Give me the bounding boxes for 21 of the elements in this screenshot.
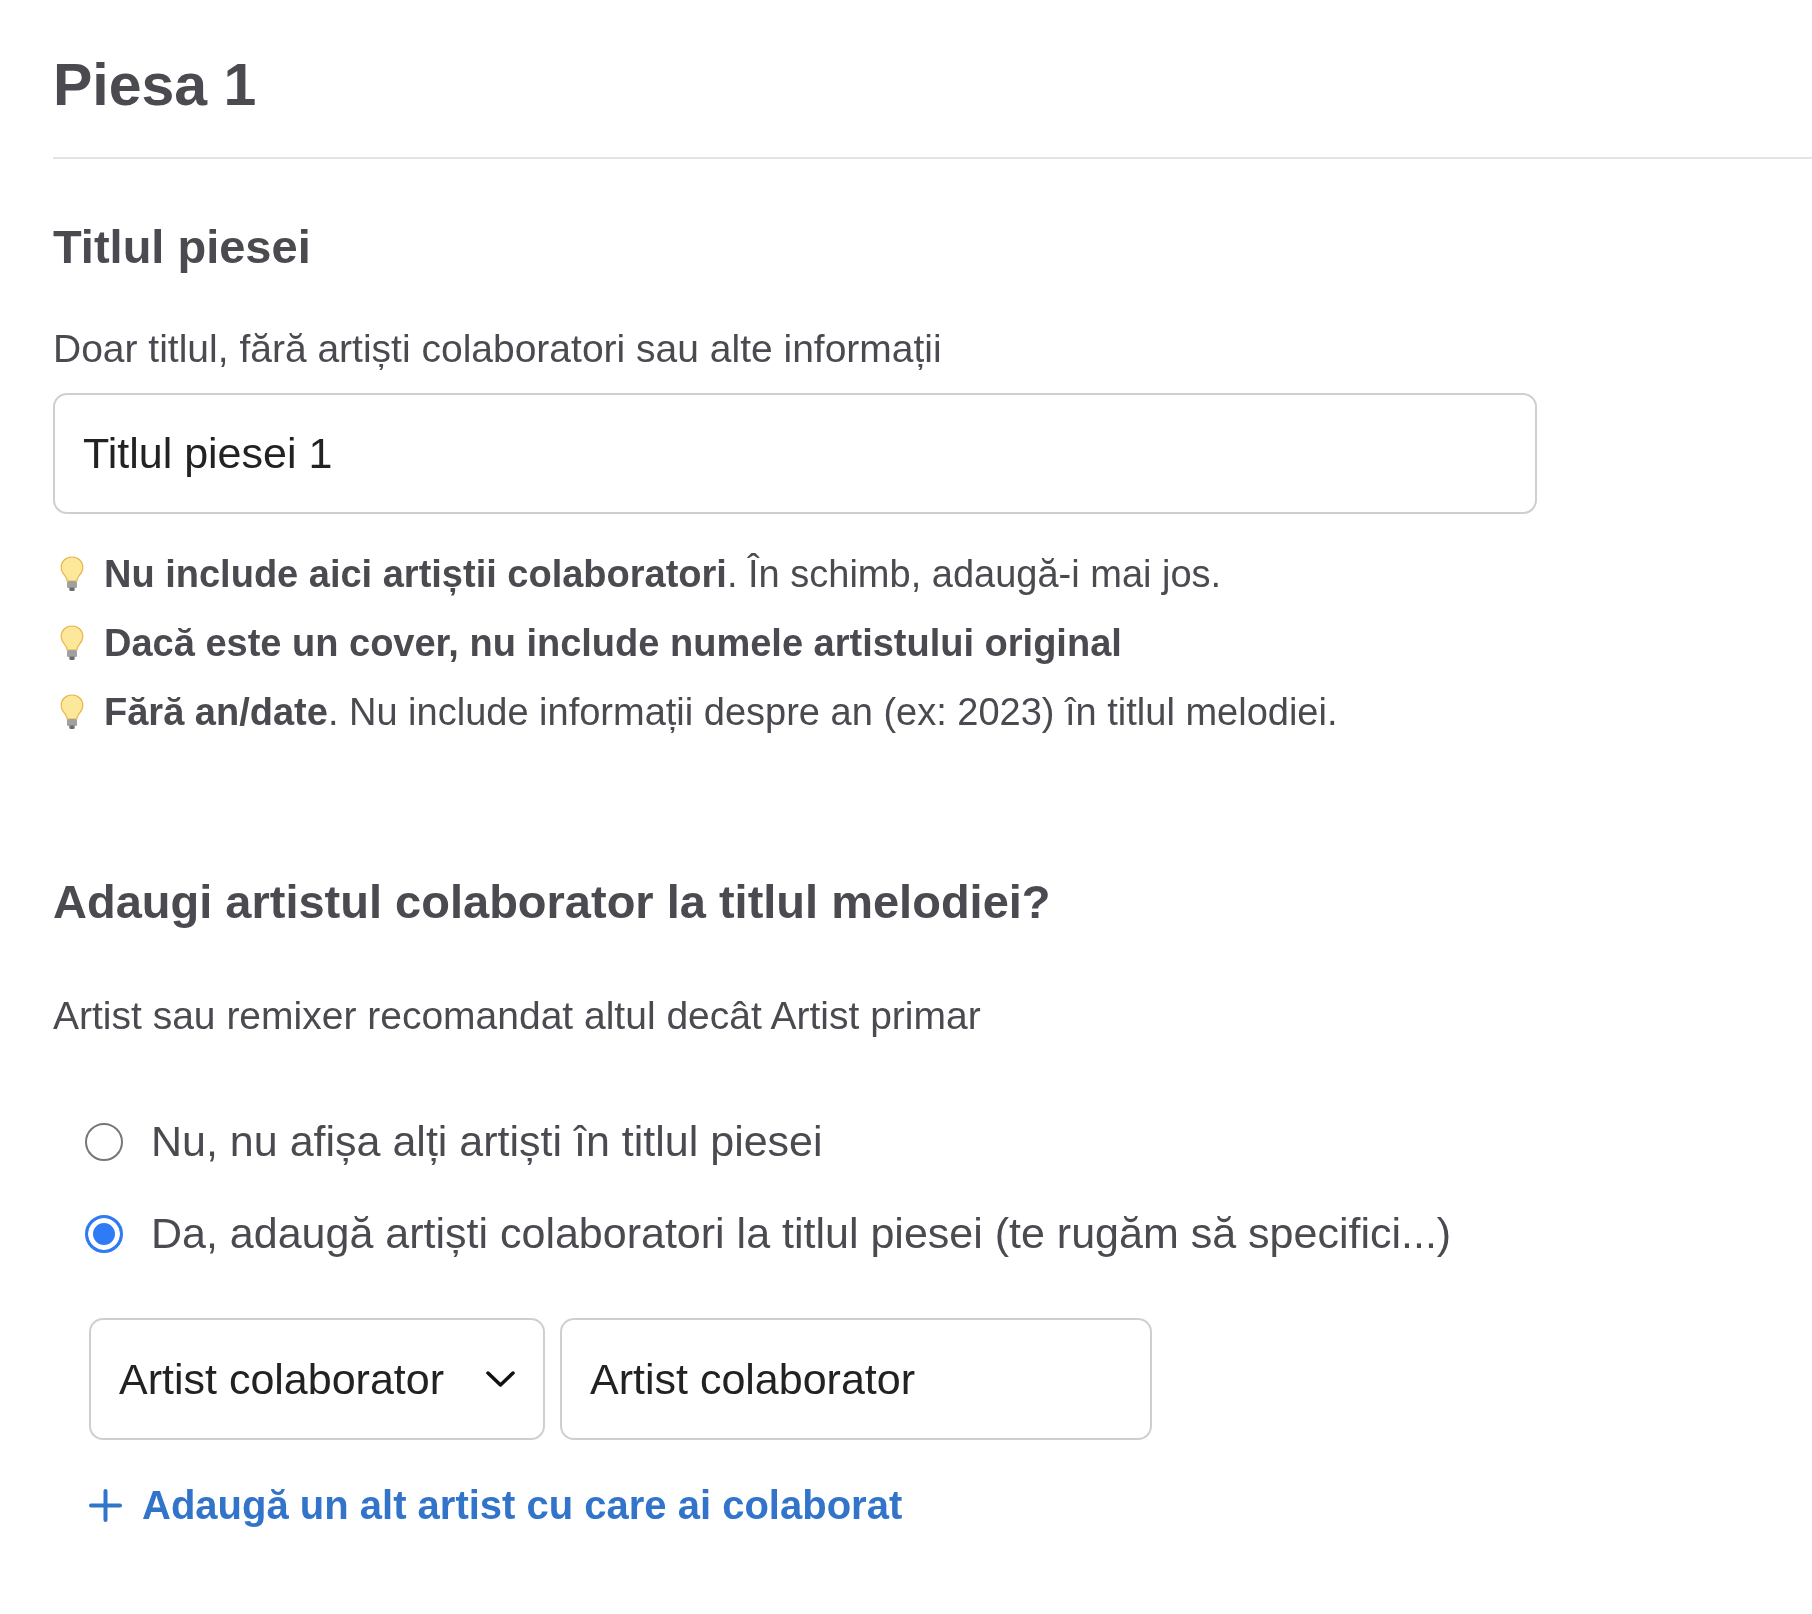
tip-text: Fără an/date. Nu include informații despre an (ex: 2023) în titlul melodiei.	[104, 689, 1338, 735]
option-label[interactable]: Da, adaugă artiști colaboratori la titlul piesei (te rugăm să specifici...)	[151, 1207, 1452, 1260]
tip-text: Dacă este un cover, nu include numele artistului original	[104, 620, 1122, 666]
section-heading: Titlul piesei	[53, 218, 311, 275]
lightbulb-icon	[60, 625, 84, 662]
help-text: Doar titlul, fără artiști colaboratori sau alte informații	[53, 326, 942, 373]
lightbulb-icon	[60, 694, 84, 731]
artist-name-input[interactable]: Artist colaborator	[560, 1318, 1152, 1441]
tip-text: Nu include aici artiștii colaboratori. În schimb, adaugă-i mai jos.	[104, 551, 1222, 598]
title-input[interactable]: Titlul piesei 1	[53, 393, 1537, 514]
role-select[interactable]: Artist colaborator	[89, 1318, 545, 1441]
plus-icon	[89, 1488, 122, 1522]
option-label[interactable]: Nu, nu afișa alți artiști în titlul piesei	[151, 1116, 823, 1168]
section-heading: Adaugi artistul colaborator la titlul melodiei?	[53, 874, 1051, 930]
lightbulb-icon	[60, 556, 84, 593]
help-text: Artist sau remixer recomandat altul decât Artist primar	[53, 993, 981, 1040]
radio-button[interactable]	[85, 1214, 123, 1253]
chevron-down-icon	[486, 1371, 515, 1388]
page-title: Piesa 1	[53, 51, 257, 120]
radio-button[interactable]	[85, 1122, 123, 1161]
add-artist-link[interactable]: Adaugă un alt artist cu care ai colaborat	[89, 1481, 903, 1530]
